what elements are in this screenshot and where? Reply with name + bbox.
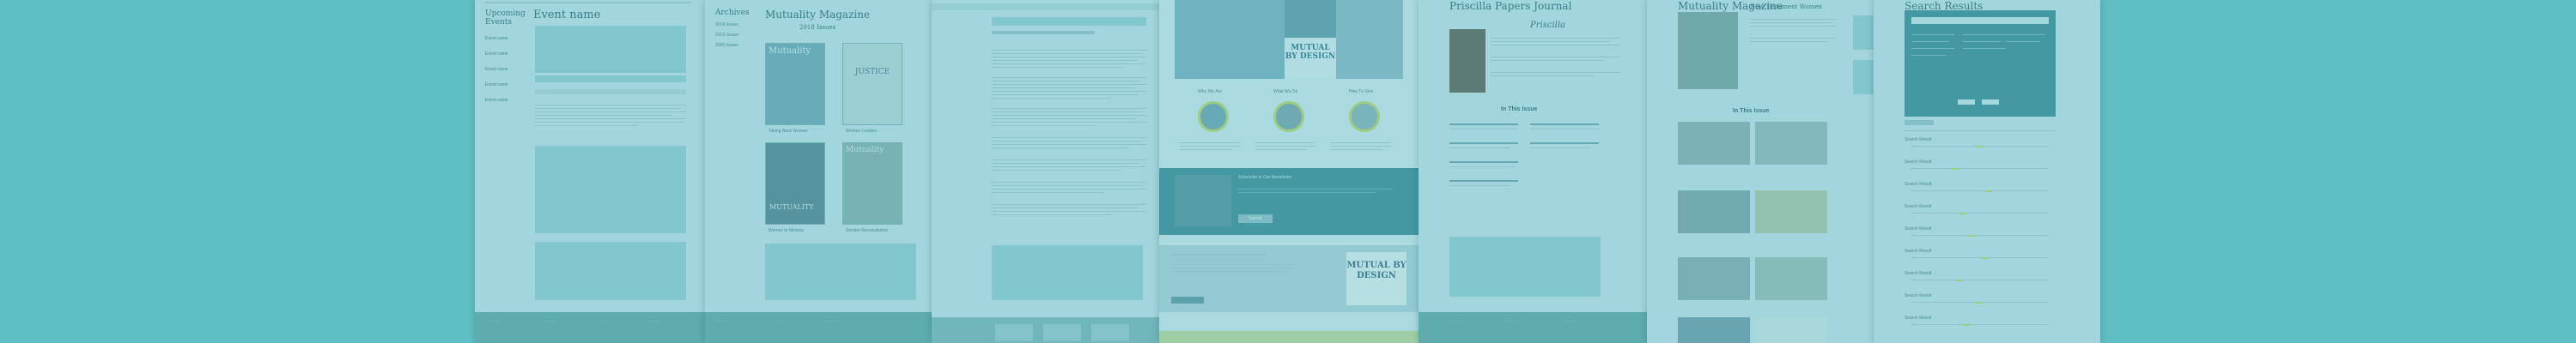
home-page-screenshot: MUTUAL BY DESIGN Who We Are What We Do H… <box>1159 0 1419 343</box>
search-reset-button[interactable] <box>1982 99 1999 105</box>
issue-cover[interactable] <box>1678 12 1738 89</box>
site-footer: · · · · · · · · · · · · · · · <box>1419 312 1647 343</box>
search-submit-button[interactable] <box>1958 99 1975 105</box>
magazine-cover[interactable]: JUSTICE <box>842 43 902 125</box>
what-we-do-title: What We Do <box>1273 89 1298 94</box>
sidebar-event-link[interactable]: Event name <box>485 51 508 57</box>
magazine-issue-screenshot: Mutuality Magazine New Testament Women I… <box>1647 0 1874 343</box>
upcoming-events-heading: Upcoming Events <box>485 9 526 27</box>
accent-strip <box>1159 331 1419 343</box>
journal-image-placeholder <box>1449 237 1601 297</box>
what-we-do-circle[interactable] <box>1273 101 1304 132</box>
archive-link[interactable]: 2018 Issues <box>715 22 738 27</box>
magazine-cover[interactable]: MUTUALITY <box>765 142 825 225</box>
magazine-cover[interactable]: Mutuality <box>842 142 902 225</box>
article-thumbnail[interactable] <box>1678 122 1750 165</box>
article-thumbnail[interactable] <box>1678 257 1750 300</box>
event-hero-image <box>535 26 686 73</box>
sidebar-ad <box>1853 15 1874 50</box>
search-results-screenshot: Search Results Search Result Search Resu… <box>1874 0 2100 343</box>
hero-image-right <box>1336 0 1403 79</box>
cover-caption: Women Leaders <box>846 129 878 134</box>
newsletter-submit-button[interactable]: Submit <box>1238 214 1273 223</box>
sidebar-event-link[interactable]: Event name <box>485 67 508 72</box>
article-thumbnail[interactable] <box>1755 190 1827 233</box>
who-we-are-circle[interactable] <box>1198 101 1229 132</box>
site-footer <box>932 317 1159 343</box>
sidebar-event-link[interactable]: Event name <box>485 36 508 41</box>
article-thumbnail[interactable] <box>1678 317 1750 343</box>
feature-article-title: New Testament Women <box>1750 3 1822 10</box>
sidebar-event-link[interactable]: Event name <box>485 98 508 103</box>
magazine-cover[interactable]: Mutuality <box>765 43 825 125</box>
newsletter-image <box>1175 175 1231 226</box>
header-bar <box>992 17 1146 26</box>
article-thumbnail[interactable] <box>1755 122 1827 165</box>
journal-title: Priscilla Papers Journal <box>1449 0 1572 12</box>
search-result-title[interactable]: Search Result <box>1905 137 1931 142</box>
archive-link[interactable]: 2020 Issues <box>715 43 738 48</box>
magazine-title: Mutuality Magazine <box>765 9 871 21</box>
event-page-screenshot: Upcoming Events Event name Event name Ev… <box>475 0 705 343</box>
article-thumbnail[interactable] <box>1678 190 1750 233</box>
event-title: Event name <box>533 9 601 21</box>
search-result-title[interactable]: Search Result <box>1905 226 1931 232</box>
archives-page-screenshot: Archives 2018 Issues 2019 Issues 2020 Is… <box>705 0 932 343</box>
search-result-title[interactable]: Search Result <box>1905 293 1931 298</box>
filter-checkboxes[interactable] <box>1911 31 2049 82</box>
search-result-title[interactable]: Search Result <box>1905 271 1931 276</box>
bottom-banner-logo: MUTUAL BY DESIGN <box>1346 252 1406 305</box>
article-page-screenshot <box>932 0 1159 343</box>
archive-link[interactable]: 2019 Issues <box>715 33 738 38</box>
sidebar-event-link[interactable]: Event name <box>485 82 508 87</box>
newsletter-title: Subscribe to Our Newsletter <box>1238 175 1292 180</box>
journal-logo: Priscilla <box>1530 21 1565 30</box>
ad-placeholder <box>765 244 916 300</box>
archives-heading: Archives <box>715 9 750 17</box>
hero-banner: MUTUAL BY DESIGN <box>1285 38 1336 79</box>
issues-subtitle: 2018 Issues <box>799 24 836 31</box>
newsletter-section: Subscribe to Our Newsletter Submit <box>1159 168 1419 235</box>
in-this-issue-heading: In This Issue <box>1733 108 1770 114</box>
site-footer: · · · · · · · · · · · · · · · · · · · · <box>475 312 705 343</box>
bottom-banner: MUTUAL BY DESIGN <box>1159 245 1419 312</box>
search-result-title[interactable]: Search Result <box>1905 159 1931 165</box>
search-result-title[interactable]: Search Result <box>1905 249 1931 254</box>
priscilla-papers-screenshot: Priscilla Papers Journal Priscilla In Th… <box>1419 0 1647 343</box>
article-image-placeholder <box>992 245 1143 300</box>
cover-caption: Taking Back Women <box>769 129 808 134</box>
search-result-title[interactable]: Search Result <box>1905 204 1931 209</box>
article-thumbnail[interactable] <box>1755 257 1827 300</box>
search-result-title[interactable]: Search Result <box>1905 182 1931 187</box>
how-to-give-title: How To Give <box>1349 89 1374 94</box>
cover-caption: Gender Reconciliation <box>846 228 889 233</box>
event-map-placeholder <box>535 242 686 300</box>
article-thumbnail[interactable] <box>1755 317 1827 343</box>
hero-image-mid <box>1285 0 1336 38</box>
in-this-issue-heading: In This Issue <box>1501 106 1538 112</box>
event-image-placeholder <box>535 146 686 233</box>
cover-caption: Women in Ministry <box>769 228 805 233</box>
journal-cover[interactable] <box>1449 29 1485 93</box>
site-footer: · · · · · · · · · · · · · · · <box>705 312 932 343</box>
hero-image-left <box>1175 0 1285 79</box>
bottom-banner-button[interactable] <box>1171 297 1204 304</box>
search-filter-panel <box>1905 10 2056 117</box>
event-info-bar <box>535 75 686 82</box>
how-to-give-circle[interactable] <box>1349 101 1380 132</box>
who-we-are-title: Who We Are <box>1198 89 1222 94</box>
pagination[interactable] <box>1905 120 1934 125</box>
search-result-title[interactable]: Search Result <box>1905 316 1931 321</box>
sidebar-ad <box>1853 60 1874 94</box>
search-input[interactable] <box>1911 17 2049 24</box>
